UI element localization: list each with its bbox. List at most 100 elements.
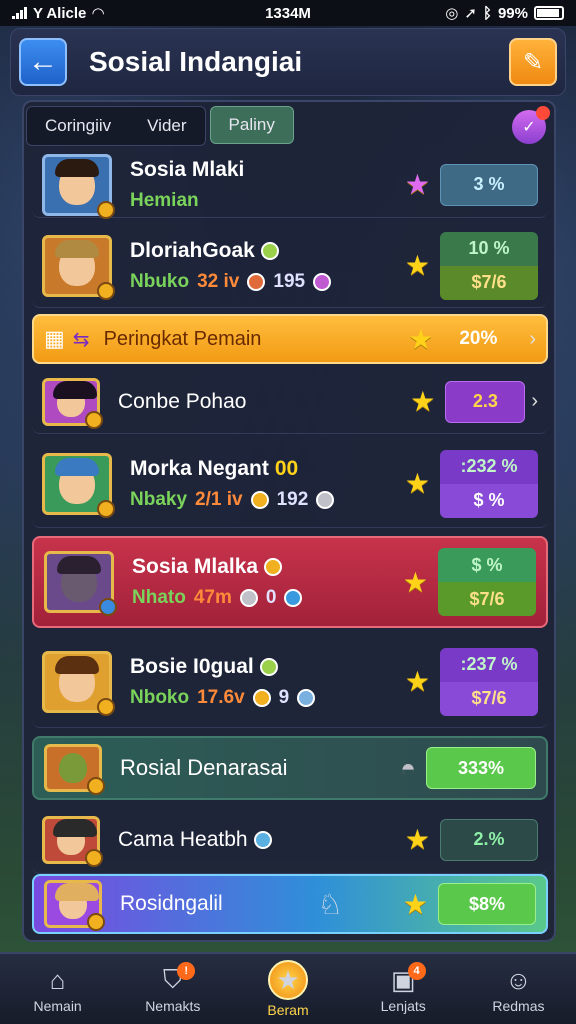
profile-icon: ☺ <box>505 964 532 995</box>
star-icon: ★ <box>402 566 428 598</box>
nav-label: Nemain <box>33 998 82 1014</box>
ranking-banner[interactable]: ▦ ⇆ Peringkat Pemain ★ 20% › <box>32 314 548 364</box>
coin-icon <box>252 688 271 707</box>
avatar <box>42 650 115 716</box>
player-name: Sosia Mlaki <box>130 157 245 181</box>
player-sub: Hemian <box>130 189 199 211</box>
stat-bottom: $ % <box>440 483 538 518</box>
coin-icon <box>250 490 269 509</box>
tab-coringiiv[interactable]: Coringiiv <box>27 107 129 145</box>
trophy-icon: ♘ <box>317 888 343 920</box>
battery-icon <box>534 6 564 20</box>
arrow-left-icon: ← <box>28 45 58 78</box>
pencil-icon: ✎ <box>522 48 544 76</box>
player-points: 195 <box>273 270 306 292</box>
nav-profile[interactable]: ☺ Redmas <box>461 954 576 1024</box>
clock: 1334M <box>265 4 311 22</box>
stat-value: 2.% <box>440 818 538 861</box>
banner-value: 20% <box>459 328 498 349</box>
list-item[interactable]: DloriahGoak Nbuko 32 iv 195 ★ 10 % $7/6 <box>32 224 548 308</box>
stat-value: 2.3 <box>445 380 526 423</box>
nav-home[interactable]: ⌂ Nemain <box>0 954 115 1024</box>
shield-icon <box>316 490 335 509</box>
nav-shop[interactable]: ▣ 4 Lenjats <box>346 954 461 1024</box>
stat-top: 10 % <box>440 231 538 266</box>
list-item[interactable]: Sosia Mlaki Hemian ★ 3 % <box>32 152 548 219</box>
player-name: Cama Heatbh <box>118 827 248 851</box>
nav-tasks[interactable]: ⛉ ! Nemakts <box>115 954 230 1024</box>
player-name: Rosial Denarasai <box>120 755 288 780</box>
notification-badge-icon: 4 <box>407 962 426 980</box>
leaderboard-panel: Coringiiv Vider Paliny ✓ Sosia Mlaki Hem… <box>22 100 556 942</box>
player-points: 192 <box>276 488 309 510</box>
list-item[interactable]: Bosie I0gual Nboko 17.6v 9 ★ :237 % $7/6 <box>32 636 548 728</box>
header: ← Sosial Indangiai ✎ <box>10 28 566 96</box>
back-button[interactable]: ← <box>19 38 67 86</box>
wifi-icon: ◠ <box>92 5 104 22</box>
chevron-right-icon: › <box>529 327 536 350</box>
avatar <box>42 815 103 867</box>
banner-label: Peringkat Pemain <box>103 327 262 350</box>
list-item[interactable]: Morka Negant 00 Nbaky 2/1 iv 192 ★ :232 %… <box>32 440 548 528</box>
page-title: Sosial Indangiai <box>89 46 303 77</box>
list-item[interactable]: Conbe Pohao ★ 2.3 › <box>32 370 548 434</box>
star-icon: ★ <box>402 888 428 920</box>
nav-label: Lenjats <box>380 998 426 1014</box>
gem-icon <box>284 589 303 607</box>
star-icon: ★ <box>410 386 436 417</box>
player-level: 47m <box>193 587 232 608</box>
list-item[interactable]: Rosidngalil ♘ ★ $8% <box>32 874 548 934</box>
notification-button[interactable]: ✓ <box>512 106 550 144</box>
gem-icon <box>313 272 332 291</box>
player-name: Rosidngalil <box>120 892 223 915</box>
coin-icon <box>97 200 115 219</box>
player-name: Conbe Pohao <box>118 389 247 413</box>
player-points: 0 <box>265 587 277 608</box>
avatar <box>42 153 115 219</box>
tab-bar: Coringiiv Vider Paliny <box>26 106 294 146</box>
player-sub: Nboko <box>130 686 190 708</box>
avatar <box>44 744 105 795</box>
coin-icon <box>87 777 105 795</box>
gem-icon <box>297 688 316 707</box>
nav-label: Redmas <box>492 998 545 1014</box>
nav-leaderboard[interactable]: ★ Beram <box>230 954 345 1024</box>
list-item[interactable]: Rosial Denarasai ◓ 333% <box>32 736 548 800</box>
tab-vider[interactable]: Vider <box>129 107 204 145</box>
tab-group: Coringiiv Vider <box>26 106 206 146</box>
avatar <box>44 551 117 616</box>
bottom-nav: ⌂ Nemain ⛉ ! Nemakts ★ Beram ▣ 4 Lenjats… <box>0 952 576 1024</box>
home-icon: ⌂ <box>49 964 66 995</box>
battery-percent: 99% <box>497 4 528 22</box>
player-sub: Nbuko <box>130 270 190 292</box>
player-name: DloriahGoak <box>130 238 255 262</box>
current-player-row[interactable]: Sosia Mlalka Nhato 47m 0 ★ $ % $7/6 <box>32 536 548 628</box>
player-name: Morka Negant <box>130 456 269 480</box>
list-item[interactable]: Cama Heatbh ★ 2.% <box>32 806 548 874</box>
stat-box: 10 % $7/6 <box>440 231 538 300</box>
edit-button[interactable]: ✎ <box>509 38 557 86</box>
player-sub: Nbaky <box>130 488 188 510</box>
coin-icon <box>85 848 103 867</box>
stat-box: :237 % $7/6 <box>440 647 538 716</box>
star-icon: ★ <box>404 666 430 697</box>
swap-icon: ⇆ <box>72 328 90 351</box>
badge-text: 00 <box>274 456 299 480</box>
stat-box: :232 % $ % <box>440 449 538 518</box>
stat-bottom: $7/6 <box>438 582 536 616</box>
star-icon: ★ <box>268 960 308 1000</box>
shell-icon <box>239 589 258 607</box>
coin-icon <box>85 410 103 429</box>
avatar <box>42 234 115 300</box>
coin-icon <box>87 913 105 931</box>
player-points: 9 <box>278 686 290 708</box>
notification-badge-icon: ! <box>177 962 196 980</box>
tab-paliny[interactable]: Paliny <box>209 106 294 144</box>
stat-value: 3 % <box>440 163 538 206</box>
bluetooth-icon: ᛒ <box>482 4 492 22</box>
avatar <box>44 880 105 931</box>
star-icon: ★ <box>404 824 430 855</box>
star-icon: ★ <box>404 169 430 200</box>
heart-check-icon: ✓ <box>522 119 536 136</box>
signal-icon <box>12 7 27 19</box>
